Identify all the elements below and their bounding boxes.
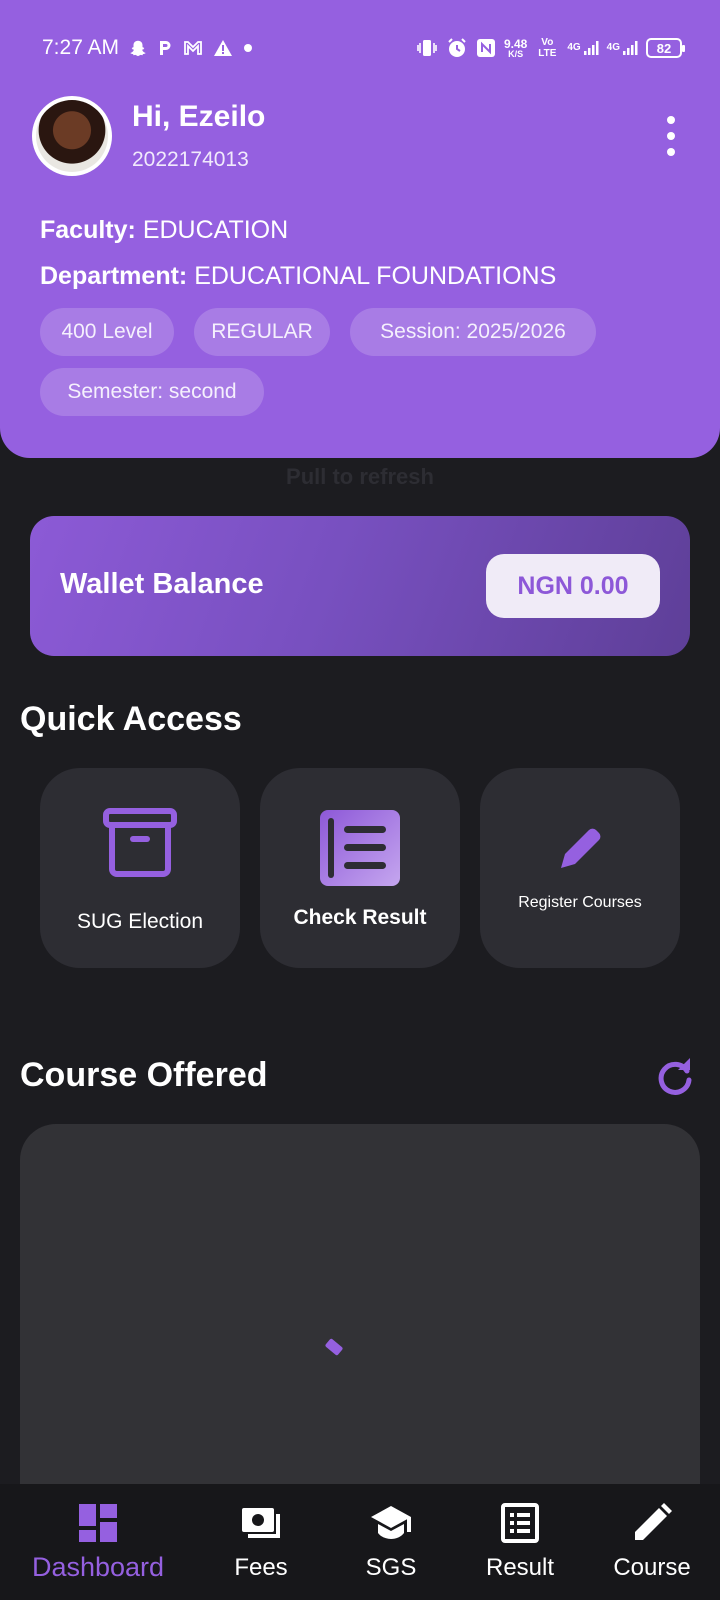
department-value: EDUCATIONAL FOUNDATIONS	[194, 262, 557, 290]
sug-election-tile[interactable]: SUG Election	[40, 768, 240, 968]
nav-sgs-label: SGS	[365, 1554, 417, 1581]
notebook-icon	[320, 810, 400, 886]
wallet-label: Wallet Balance	[60, 568, 264, 600]
list-document-icon	[501, 1503, 539, 1543]
status-bar: 7:27 AM 9.48 K/S Vo LTE 4G 4G 82	[0, 28, 720, 68]
nav-fees[interactable]: Fees	[196, 1484, 326, 1600]
student-id: 2022174013	[132, 148, 249, 171]
bottom-navigation: Dashboard Fees SGS Result Course	[0, 1484, 720, 1600]
nav-dashboard[interactable]: Dashboard	[0, 1484, 196, 1600]
department-label: Department:	[40, 262, 188, 290]
wallet-balance: NGN 0.00	[486, 554, 660, 618]
graduation-cap-icon	[371, 1506, 411, 1539]
nav-course-label: Course	[613, 1554, 691, 1581]
pencil-icon	[561, 828, 601, 868]
sug-election-label: SUG Election	[76, 910, 204, 933]
greeting: Hi, Ezeilo	[132, 100, 266, 133]
quick-access-title: Quick Access	[20, 700, 242, 738]
snapchat-icon	[129, 39, 147, 57]
semester-chip: Semester: second	[40, 368, 264, 416]
check-result-label: Check Result	[293, 906, 427, 929]
nav-result[interactable]: Result	[456, 1484, 584, 1600]
signal-icon-2: 4G	[607, 40, 638, 56]
status-time: 7:27 AM	[42, 36, 120, 59]
nav-course[interactable]: Course	[584, 1484, 720, 1600]
pull-to-refresh-hint: Pull to refresh	[286, 464, 434, 489]
register-courses-tile[interactable]: Register Courses	[480, 768, 680, 968]
warning-icon	[213, 39, 233, 57]
more-options-icon[interactable]	[656, 116, 686, 156]
mode-chip: REGULAR	[194, 308, 330, 356]
signal-icon-1: 4G	[567, 40, 599, 56]
avatar[interactable]	[32, 96, 112, 176]
level-chip: 400 Level	[40, 308, 174, 356]
faculty-line: Faculty: EDUCATION	[40, 216, 288, 245]
faculty-value: EDUCATION	[142, 216, 289, 244]
nfc-icon	[476, 38, 496, 58]
gmail-icon	[183, 40, 203, 56]
archive-box-icon	[103, 808, 177, 877]
session-chip: Session: 2025/2026	[350, 308, 596, 356]
register-courses-label: Register Courses	[518, 894, 642, 911]
net-speed: 9.48 K/S	[503, 36, 528, 59]
dot-icon	[243, 43, 253, 53]
nav-dashboard-label: Dashboard	[31, 1552, 165, 1582]
p-icon	[157, 39, 173, 57]
refresh-icon[interactable]	[656, 1058, 694, 1096]
battery-indicator: 82	[646, 38, 685, 58]
nav-fees-label: Fees	[234, 1554, 288, 1581]
volte-indicator: Vo LTE	[538, 37, 557, 59]
alarm-icon	[446, 37, 468, 59]
pencil-icon	[635, 1503, 672, 1540]
course-offered-title: Course Offered	[20, 1056, 268, 1094]
wallet-card[interactable]: Wallet Balance NGN 0.00	[30, 516, 690, 656]
nav-sgs[interactable]: SGS	[326, 1484, 456, 1600]
nav-result-label: Result	[485, 1554, 555, 1581]
dashboard-icon	[79, 1504, 117, 1542]
course-list-panel	[20, 1124, 700, 1504]
profile-header: 7:27 AM 9.48 K/S Vo LTE 4G 4G 82 Hi, Eze…	[0, 0, 720, 458]
money-icon	[242, 1508, 280, 1538]
vibrate-icon	[416, 38, 438, 58]
check-result-tile[interactable]: Check Result	[260, 768, 460, 968]
avatar-photo	[36, 100, 108, 172]
faculty-label: Faculty:	[40, 216, 136, 244]
department-line: Department: EDUCATIONAL FOUNDATIONS	[40, 262, 556, 291]
